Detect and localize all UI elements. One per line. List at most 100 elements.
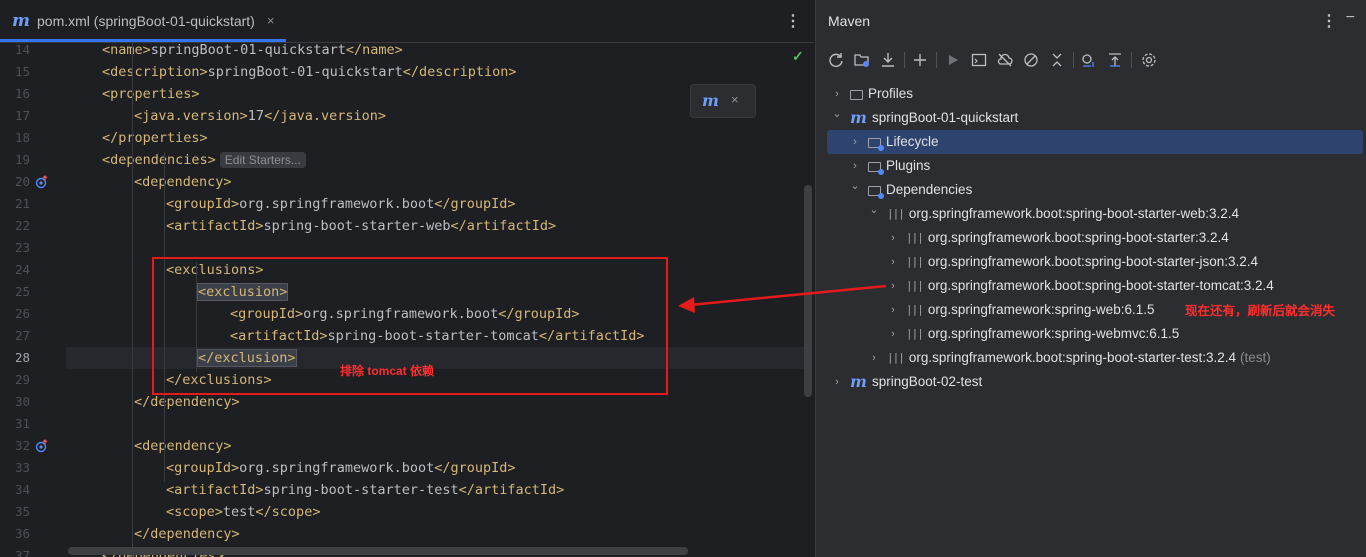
chevron-right-icon[interactable]: › [886, 226, 900, 250]
editor-options-menu-icon[interactable]: ⋮ [785, 11, 801, 31]
annotation-note: 现在还有，刷新后就会消失 [1185, 304, 1336, 318]
annotation-exclude-tomcat: 排除 tomcat 依赖 [340, 364, 435, 378]
line-number-gutter: 14 15 16 17 18 19 20 21 22 23 24 25 26 27 28 29 30 31 32 33… [0, 42, 66, 557]
chevron-right-icon[interactable]: › [886, 250, 900, 274]
xml-close-tag: </java.version> [264, 108, 386, 124]
line-number: 24 [14, 262, 30, 277]
tree-node[interactable]: › ||| org.springframework:spring-web:6.1.5 [886, 298, 1154, 322]
tree-node[interactable]: › Lifecycle [848, 130, 939, 154]
toolbar-separator [1131, 52, 1132, 68]
chevron-right-icon[interactable]: › [848, 130, 862, 154]
xml-text: test [222, 504, 256, 520]
line-number: 15 [14, 64, 30, 79]
run-icon[interactable] [943, 50, 963, 70]
line-number: 18 [14, 130, 30, 145]
show-dependencies-icon[interactable] [1079, 50, 1099, 70]
maven-reload-icon[interactable]: m [702, 91, 719, 110]
code-line[interactable]: </properties> [102, 127, 208, 149]
tree-node-label: org.springframework.boot:spring-boot-sta… [927, 254, 1259, 269]
minimize-icon[interactable]: − [1346, 9, 1355, 27]
maven-toolbar [816, 42, 1366, 78]
xml-open-tag: <name> [102, 42, 151, 58]
line-number: 33 [14, 460, 30, 475]
line-number: 34 [14, 482, 30, 497]
xml-open-tag: </properties> [102, 130, 208, 146]
tree-node[interactable]: › ||| org.springframework.boot:spring-boot… [867, 346, 1271, 370]
line-number: 28 [14, 350, 30, 365]
tree-node[interactable]: ⌄ ||| org.springframework.boot:spring-boot… [867, 202, 1239, 226]
vertical-scrollbar[interactable] [804, 185, 812, 397]
chevron-down-icon[interactable]: ⌄ [830, 102, 844, 126]
expand-all-icon[interactable] [1105, 50, 1125, 70]
tree-node[interactable]: › m springBoot-02-test [830, 370, 982, 394]
code-editor[interactable]: m pom.xml (springBoot-01-quickstart) × ⋮… [0, 0, 814, 557]
generate-sources-icon[interactable] [852, 50, 872, 70]
tab-pom-xml[interactable]: m pom.xml (springBoot-01-quickstart) × [0, 0, 286, 42]
code-line[interactable]: <groupId>org.springframework.boot</group… [166, 193, 516, 215]
code-line[interactable]: </dependency> [134, 523, 240, 545]
line-number: 32 [14, 438, 30, 453]
library-icon: ||| [906, 255, 924, 268]
tree-node[interactable]: › ||| org.springframework:spring-webmvc:6.… [886, 322, 1179, 346]
offline-icon[interactable] [995, 50, 1015, 70]
horizontal-scrollbar[interactable] [68, 547, 688, 555]
tree-node[interactable]: ⌄ m springBoot-01-quickstart [830, 106, 1018, 130]
collapse-icon[interactable] [1047, 50, 1067, 70]
tab-close-icon[interactable]: × [267, 13, 275, 28]
chevron-right-icon[interactable]: › [830, 370, 844, 394]
line-number: 35 [14, 504, 30, 519]
toolbar-separator [936, 52, 937, 68]
line-number: 37 [14, 548, 30, 557]
code-line[interactable]: <name>springBoot-01-quickstart</name> [102, 39, 403, 61]
xml-text: org.springframework.boot [239, 460, 435, 476]
code-line[interactable]: <scope>test</scope> [166, 501, 320, 523]
add-icon[interactable] [910, 50, 930, 70]
line-number: 31 [14, 416, 30, 431]
tree-node[interactable]: › ||| org.springframework.boot:spring-boot… [886, 274, 1274, 298]
navigate-parent-icon[interactable] [35, 175, 49, 189]
download-icon[interactable] [878, 50, 898, 70]
tree-node-label: org.springframework.boot:spring-boot-sta… [908, 350, 1237, 365]
popup-close-icon[interactable]: × [731, 92, 739, 107]
code-line[interactable]: <artifactId>spring-boot-starter-web</art… [166, 215, 556, 237]
chevron-down-icon[interactable]: ⌄ [867, 198, 881, 222]
xml-text: spring-boot-starter-test [263, 482, 459, 498]
maven-reload-popup[interactable]: m × [690, 84, 756, 118]
chevron-right-icon[interactable]: › [867, 346, 881, 370]
xml-text: org.springframework.boot [239, 196, 435, 212]
settings-icon[interactable] [1139, 50, 1159, 70]
xml-text: springBoot-01-quickstart [150, 42, 346, 58]
xml-text: springBoot-01-quickstart [207, 64, 403, 80]
folder-icon [868, 186, 884, 199]
tree-node[interactable]: › ||| org.springframework.boot:spring-boot… [886, 250, 1258, 274]
maven-options-icon[interactable]: ⋮ [1321, 11, 1337, 31]
editor-tab-bar: m pom.xml (springBoot-01-quickstart) × ⋮ [0, 0, 814, 43]
folder-icon [868, 162, 884, 175]
code-line[interactable]: <java.version>17</java.version> [134, 105, 386, 127]
line-number: 17 [14, 108, 30, 123]
chevron-down-icon[interactable]: ⌄ [848, 174, 862, 198]
tree-node-label: springBoot-02-test [871, 374, 983, 389]
chevron-right-icon[interactable]: › [886, 298, 900, 322]
line-number: 36 [14, 526, 30, 541]
line-number: 21 [14, 196, 30, 211]
edit-starters-hint[interactable]: Edit Starters... [219, 152, 306, 168]
code-line[interactable]: <dependency> [134, 171, 232, 193]
code-line[interactable]: <groupId>org.springframework.boot</group… [166, 457, 516, 479]
xml-open-tag: </dependency> [134, 526, 240, 542]
execute-goal-icon[interactable] [969, 50, 989, 70]
skip-tests-icon[interactable] [1021, 50, 1041, 70]
navigate-parent-icon[interactable] [35, 439, 49, 453]
xml-open-tag: <properties> [102, 86, 200, 102]
line-number: 22 [14, 218, 30, 233]
chevron-right-icon[interactable]: › [886, 322, 900, 346]
inspection-ok-icon: ✓ [792, 48, 804, 64]
reload-icon[interactable] [826, 50, 846, 70]
code-line[interactable]: <properties> [102, 83, 200, 105]
code-line[interactable]: <description>springBoot-01-quickstart</d… [102, 61, 517, 83]
code-line[interactable]: <dependency> [134, 435, 232, 457]
tree-node[interactable]: › ||| org.springframework.boot:spring-boot… [886, 226, 1229, 250]
code-line[interactable]: <artifactId>spring-boot-starter-test</ar… [166, 479, 564, 501]
chevron-right-icon[interactable]: › [886, 274, 900, 298]
tree-node-label: org.springframework.boot:spring-boot-sta… [908, 206, 1240, 221]
